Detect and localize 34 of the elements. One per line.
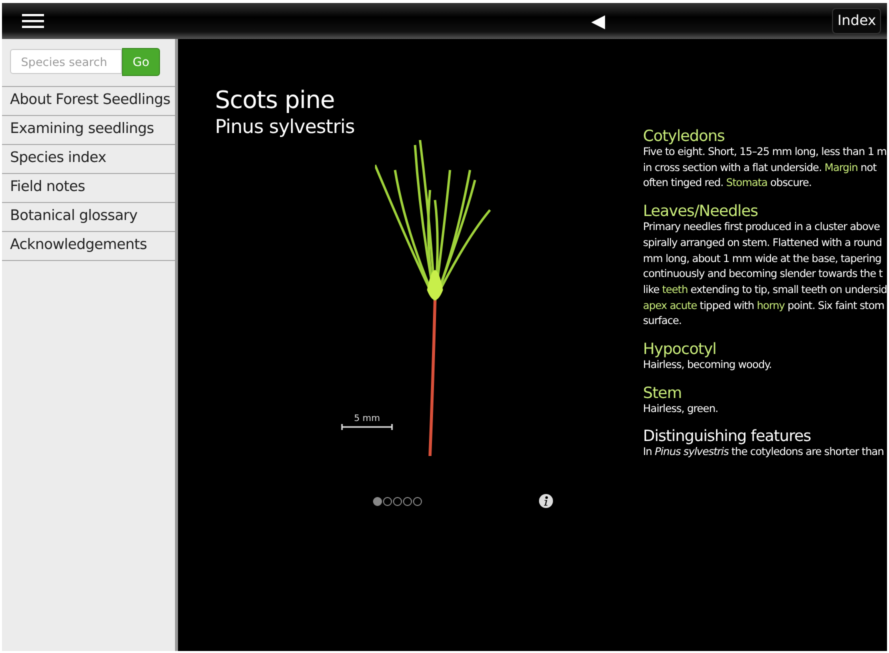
latin-name: Pinus sylvestris — [215, 116, 356, 138]
species-title: Scots pine — [215, 86, 336, 114]
description-text: In Pinus sylvestris the cotyledons are shorter than — [643, 445, 885, 460]
page-dot[interactable] — [403, 496, 412, 506]
description-text: Hairless, becoming woody. — [643, 358, 773, 374]
description-text: Hairless, green. — [643, 402, 720, 417]
menu-item[interactable]: About Forest Seedlings — [2, 87, 176, 116]
menu-item[interactable]: Acknowledgements — [2, 232, 176, 261]
menu-item[interactable]: Species index — [2, 145, 176, 174]
section-heading: Distinguishing features — [643, 427, 812, 446]
info-icon[interactable] — [539, 494, 554, 508]
menu-item[interactable]: Examining seedlings — [2, 116, 176, 145]
glossary-link[interactable]: apex acute — [643, 300, 697, 312]
section-heading: Hypocotyl — [643, 340, 718, 358]
section-heading: Leaves/Needles — [643, 202, 759, 220]
menu-icon[interactable] — [22, 14, 44, 28]
glossary-link[interactable]: horny — [756, 300, 785, 312]
page-dot[interactable] — [393, 496, 402, 506]
page-dot[interactable] — [383, 496, 392, 506]
scale-bar: 5 mm — [341, 414, 394, 430]
page-dot[interactable] — [413, 496, 422, 506]
description-text: Primary needles first produced in a cluster above spirally arranged on stem. Flattened with a round mm long, about 1 mm wide at the base, tapering continuously and becoming slender towards the t like teeth extending to tip, small teeth on undersid apex acute tipped with horny point. Six faint stom surface. — [643, 220, 887, 330]
section-heading: Stem — [643, 384, 683, 402]
search-field[interactable]: Species search — [10, 49, 122, 74]
glossary-link[interactable]: Margin — [824, 162, 858, 174]
glossary-link[interactable]: Stomata — [726, 177, 768, 190]
menu-item[interactable]: Botanical glossary — [2, 203, 176, 232]
menu-item[interactable]: Field notes — [2, 174, 176, 203]
index-button[interactable]: Index — [832, 8, 881, 34]
section-heading: Cotyledons — [643, 127, 726, 145]
description-text: Five to eight. Short, 15–25 mm long, less than 1 m in cross section with a flat underside. Margin not often tinged red. Stomata obscure. — [643, 145, 887, 192]
back-arrow[interactable]: ◀ — [591, 10, 606, 32]
glossary-link[interactable]: teeth — [662, 284, 688, 296]
page-dot[interactable] — [373, 496, 382, 506]
